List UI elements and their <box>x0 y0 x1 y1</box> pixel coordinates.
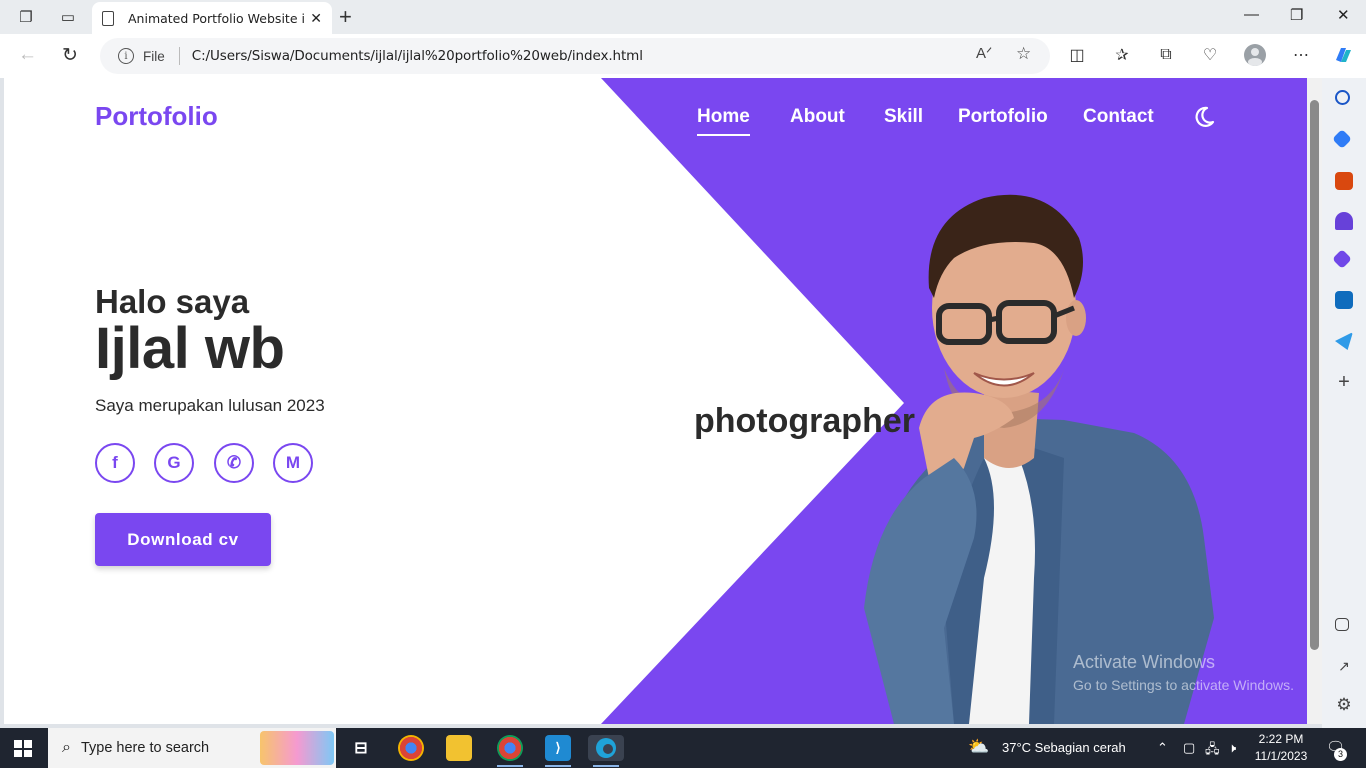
site-logo[interactable]: Portofolio <box>95 101 218 132</box>
activate-windows-subtitle: Go to Settings to activate Windows. <box>1073 677 1294 693</box>
nav-contact[interactable]: Contact <box>1083 106 1154 128</box>
tools-briefcase-icon[interactable] <box>1335 172 1353 190</box>
profile-avatar-icon[interactable] <box>1244 44 1266 66</box>
close-window-icon[interactable]: ✕ <box>1337 6 1350 24</box>
weather-text[interactable]: 37°C Sebagian cerah <box>1002 740 1126 755</box>
windows-taskbar: ⌕ Type here to search ⊟ ⟩ ⛅ 37°C Sebagia… <box>0 728 1366 768</box>
new-tab-icon[interactable]: + <box>339 4 352 30</box>
nav-home[interactable]: Home <box>697 106 750 136</box>
windows-start-icon[interactable] <box>14 740 32 757</box>
back-icon[interactable]: ← <box>18 44 37 66</box>
send-drop-icon[interactable] <box>1335 332 1353 350</box>
address-bar[interactable]: i File C:/Users/Siswa/Documents/ijlal/ij… <box>100 38 1050 74</box>
edge-taskbar-icon[interactable] <box>588 735 624 761</box>
clock-time: 2:22 PM <box>1258 732 1304 746</box>
split-screen-icon[interactable]: ◫ <box>1066 44 1088 66</box>
close-tab-icon[interactable]: ✕ <box>310 10 322 27</box>
search-highlight-image[interactable] <box>260 731 334 765</box>
copilot-icon[interactable] <box>1332 44 1354 66</box>
address-prefix: File <box>143 48 165 64</box>
portfolio-page: Portofolio Home About Skill Portofolio C… <box>4 78 1307 724</box>
add-sidebar-app-icon[interactable]: + <box>1335 372 1353 392</box>
workspaces-icon[interactable]: ❐ <box>16 7 36 27</box>
open-external-icon[interactable]: ↗ <box>1335 658 1353 676</box>
hide-sidebar-icon[interactable] <box>1335 618 1349 631</box>
notification-count-badge: 3 <box>1334 748 1347 761</box>
more-options-icon[interactable]: ⋯ <box>1290 44 1312 66</box>
person-photo <box>864 194 1214 724</box>
clock-date: 11/1/2023 <box>1254 749 1308 763</box>
hero-description: Saya merupakan lulusan 2023 <box>95 396 325 415</box>
page-scrollbar[interactable] <box>1307 78 1322 724</box>
tab-title: Animated Portfolio Website in HTML <box>128 10 306 26</box>
minimize-icon[interactable]: — <box>1244 6 1259 23</box>
file-explorer-icon[interactable] <box>446 735 472 761</box>
taskbar-search-box[interactable]: ⌕ Type here to search <box>48 728 336 768</box>
restore-icon[interactable]: ❐ <box>1290 6 1303 24</box>
favorite-star-icon[interactable]: ☆ <box>1016 44 1031 64</box>
scrollbar-thumb[interactable] <box>1310 100 1319 650</box>
dark-mode-moon-icon[interactable] <box>1192 105 1216 129</box>
network-icon[interactable]: 🖧 <box>1205 740 1220 762</box>
meet-now-icon[interactable]: ▢ <box>1183 740 1195 756</box>
browser-essentials-icon[interactable]: ♡ <box>1199 44 1221 66</box>
url-text[interactable]: C:/Users/Siswa/Documents/ijlal/ijlal%20p… <box>192 48 643 64</box>
browser-tab-bar: ❐ ▭ Animated Portfolio Website in HTML ✕… <box>0 0 1366 34</box>
search-magnifier-icon: ⌕ <box>62 739 71 756</box>
running-indicator <box>497 765 523 767</box>
nav-about[interactable]: About <box>790 106 845 128</box>
tray-chevron-icon[interactable]: ⌃ <box>1157 740 1168 756</box>
read-aloud-icon[interactable]: Aᐟ <box>976 44 992 62</box>
edge-sidebar: + ↗ ⚙ <box>1322 78 1366 728</box>
taskbar-clock[interactable]: 2:22 PM 11/1/2023 <box>1248 731 1314 765</box>
microsoft-365-icon[interactable] <box>1332 249 1352 269</box>
info-icon[interactable]: i <box>118 48 134 64</box>
chrome-profile-icon[interactable] <box>497 735 523 761</box>
refresh-icon[interactable]: ↻ <box>62 44 78 67</box>
taskbar-search-placeholder: Type here to search <box>80 740 210 756</box>
settings-gear-icon[interactable]: ⚙ <box>1335 696 1353 714</box>
vscode-icon[interactable]: ⟩ <box>545 735 571 761</box>
browser-toolbar: ← ↻ i File C:/Users/Siswa/Documents/ijla… <box>0 34 1366 78</box>
chrome-icon[interactable] <box>398 735 424 761</box>
page-icon <box>102 10 114 26</box>
nav-skill[interactable]: Skill <box>884 106 923 128</box>
games-chess-icon[interactable] <box>1335 212 1353 230</box>
active-indicator <box>593 765 619 767</box>
address-divider <box>178 47 180 65</box>
facebook-icon[interactable]: f <box>95 443 135 483</box>
search-icon[interactable] <box>1335 90 1350 105</box>
running-indicator <box>545 765 571 767</box>
favorites-icon[interactable]: ✰ <box>1111 44 1133 66</box>
browser-tab[interactable]: Animated Portfolio Website in HTML ✕ <box>92 2 332 34</box>
google-icon[interactable]: G <box>154 443 194 483</box>
outlook-icon[interactable] <box>1335 291 1353 309</box>
gmail-icon[interactable]: M <box>273 443 313 483</box>
volume-muted-icon[interactable]: 🕨 <box>1228 740 1236 756</box>
weather-icon[interactable]: ⛅ <box>968 737 989 757</box>
task-view-icon[interactable]: ⊟ <box>348 735 374 761</box>
tab-actions-icon[interactable]: ▭ <box>58 7 78 27</box>
shopping-tag-icon[interactable] <box>1332 129 1352 149</box>
activate-windows-title: Activate Windows <box>1073 652 1216 672</box>
whatsapp-icon[interactable]: ✆ <box>214 443 254 483</box>
collections-icon[interactable]: ⧉ <box>1155 44 1177 66</box>
hero-name: Ijlal wb <box>95 316 285 381</box>
download-cv-button[interactable]: Download cv <box>95 513 271 566</box>
nav-portofolio[interactable]: Portofolio <box>958 106 1048 128</box>
